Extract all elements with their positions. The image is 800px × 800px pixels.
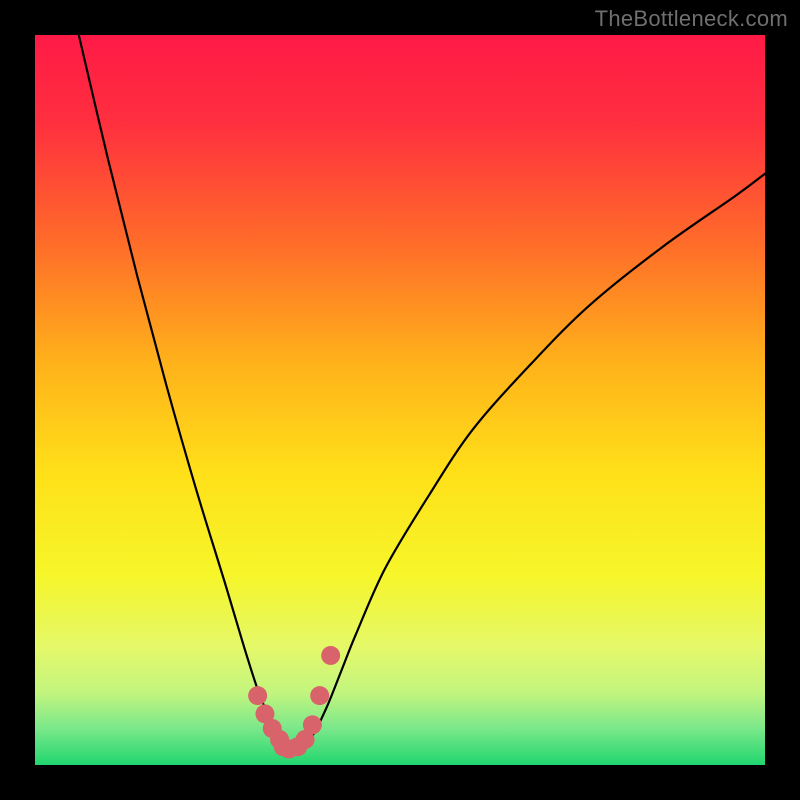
highlight-dot <box>303 715 322 734</box>
highlight-dot <box>310 686 329 705</box>
watermark-text: TheBottleneck.com <box>595 6 788 32</box>
highlight-dot <box>321 646 340 665</box>
highlight-dots <box>248 646 340 758</box>
chart-frame: TheBottleneck.com <box>0 0 800 800</box>
bottleneck-curve <box>79 35 765 751</box>
plot-area <box>35 35 765 765</box>
curve-layer <box>35 35 765 765</box>
highlight-dot <box>248 686 267 705</box>
